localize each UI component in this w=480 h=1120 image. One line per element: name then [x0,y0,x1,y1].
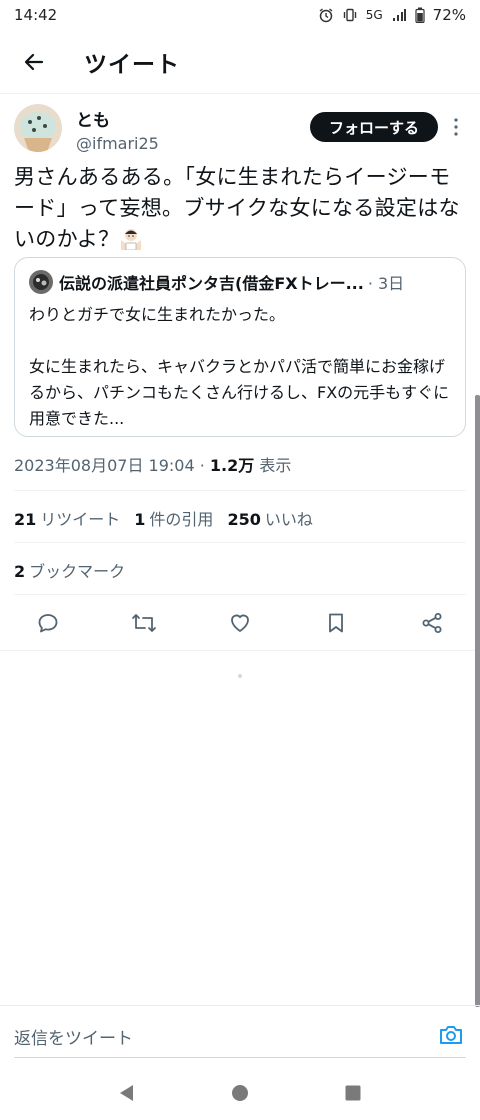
tweet-text: 男さんあるある。「女に生まれたらイージーモード」って妄想。ブサイクな女になる設定… [14,162,466,255]
back-button[interactable] [10,38,58,86]
top-app-bar: ツイート [0,30,480,94]
tweet-author-row: とも @ifmari25 フォローする [14,104,466,160]
nav-home-button[interactable] [220,1073,260,1113]
quotes-count: 1 [134,510,146,529]
nav-recents-button[interactable] [333,1073,373,1113]
nav-home-icon [231,1084,248,1101]
quoted-tweet-header: 伝説の派遣社員ポンタ吉(借金FXトレー... · 3日 [29,270,451,294]
bookmarks-count: 2 [14,562,26,581]
divider [0,650,480,651]
nav-recents-icon [345,1085,361,1100]
retweets-count: 21 [14,510,37,529]
person-shrugging-icon [119,226,143,251]
tweet-stats: 21 リツイート 1 件の引用 250 いいね [14,506,313,530]
system-nav-bar [0,1065,480,1120]
quotes-stat[interactable]: 1 件の引用 [134,506,213,530]
share-button[interactable] [412,603,452,643]
reply-input[interactable]: 返信をツイート [14,1018,424,1054]
bookmark-icon [329,613,343,633]
status-icons: 5G 72% [318,6,466,24]
like-icon [231,614,249,632]
status-bar: 14:42 5G 72% [0,0,480,30]
likes-stat[interactable]: 250 いいね [227,506,312,530]
like-button[interactable] [220,603,260,643]
likes-count: 250 [227,510,261,529]
loading-indicator [238,674,242,678]
avatar[interactable] [14,104,62,152]
more-options-button[interactable] [448,114,464,140]
camera-icon [440,1026,462,1044]
quoted-avatar [29,270,53,294]
author-handle[interactable]: @ifmari25 [76,134,159,153]
network-label: 5G [365,8,383,22]
author-display-name[interactable]: とも [76,106,159,131]
tweet-meta: 2023年08月07日 19:04 · 1.2万 表示 [14,452,291,476]
follow-button[interactable]: フォローする [310,112,438,142]
bookmark-button[interactable] [316,603,356,643]
views-count: 1.2万 [209,456,255,475]
battery-level: 72% [432,6,466,24]
nav-back-icon [119,1084,133,1101]
tweet-actions [14,600,466,646]
divider [14,490,466,491]
quoted-tweet-text: わりとガチで女に生まれたかった。 女に生まれたら、キャバクラとかパパ活で簡単にお… [29,305,450,428]
scrollbar[interactable] [475,395,480,1007]
vibrate-icon [343,8,356,22]
status-time: 14:42 [14,6,58,24]
tweet-body: 男さんあるある。「女に生まれたらイージーモード」って妄想。ブサイクな女になる設定… [14,165,460,251]
reply-bar: 返信をツイート [0,1005,480,1065]
quotes-label: 件の引用 [149,510,214,529]
reply-underline [14,1057,466,1058]
likes-label: いいね [264,510,313,529]
camera-button[interactable] [438,1023,466,1049]
quoted-time: · 3日 [367,274,405,293]
back-arrow-icon [24,53,44,70]
retweets-stat[interactable]: 21 リツイート [14,506,120,530]
reply-icon [38,614,58,633]
page-title: ツイート [84,51,180,78]
share-icon [422,613,442,633]
views-label: 表示 [254,456,292,475]
nav-back-button[interactable] [107,1073,147,1113]
bookmarks-label: ブックマーク [29,562,126,581]
retweet-button[interactable] [124,603,164,643]
bookmarks-stat[interactable]: 2 ブックマーク [14,558,125,582]
alarm-icon [319,8,333,23]
divider [14,542,466,543]
author-names: とも @ifmari25 [76,106,159,153]
divider [14,594,466,595]
quoted-author-name: 伝説の派遣社員ポンタ吉(借金FXトレー... [59,274,364,293]
retweet-icon [132,614,156,632]
signal-icon [392,9,406,21]
more-vert-icon [454,118,458,136]
reply-button[interactable] [28,603,68,643]
quoted-tweet-card[interactable]: 伝説の派遣社員ポンタ吉(借金FXトレー... · 3日 わりとガチで女に生まれた… [14,257,466,437]
retweets-label: リツイート [40,510,121,529]
tweet-timestamp: 2023年08月07日 19:04 · [14,456,210,475]
battery-icon [415,7,425,23]
